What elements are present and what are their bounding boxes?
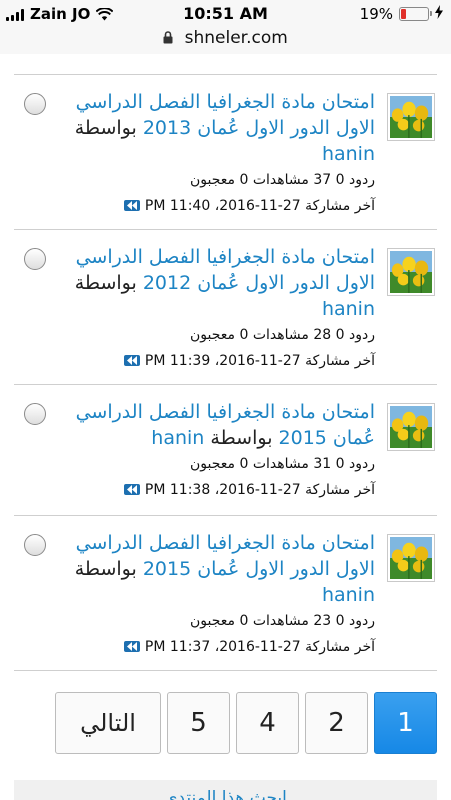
thread-by: بواسطة	[210, 427, 273, 449]
jump-to-last-post-icon[interactable]	[124, 484, 141, 495]
thread-body: امتحان مادة الجغرافيا الفصل الدراسي الاو…	[58, 244, 375, 370]
url-domain: shneler.com	[184, 28, 288, 48]
avatar-image	[390, 406, 432, 448]
avatar[interactable]	[387, 403, 435, 451]
thread-list: امتحان مادة الجغرافيا الفصل الدراسي الاو…	[14, 74, 437, 671]
thread-body: امتحان مادة الجغرافيا الفصل الدراسي عُما…	[58, 399, 375, 499]
charging-icon	[435, 5, 443, 23]
thread-stats: ردود 0 28 مشاهدات 0 معجبون	[189, 327, 375, 343]
jump-to-last-post-icon[interactable]	[124, 641, 141, 652]
thread-select-checkbox[interactable]	[24, 248, 46, 270]
battery-level	[401, 9, 406, 19]
thread-select-checkbox[interactable]	[24, 93, 46, 115]
last-post-text: آخر مشاركة 27-11-2016، 11:37 PM	[144, 639, 375, 655]
page-2-button[interactable]: 2	[305, 692, 368, 754]
last-post-text: آخر مشاركة 27-11-2016، 11:39 PM	[144, 353, 375, 369]
avatar[interactable]	[387, 93, 435, 141]
thread-select-checkbox[interactable]	[24, 403, 46, 425]
page-4-button[interactable]: 4	[236, 692, 299, 754]
thread-author-link[interactable]: hanin	[151, 427, 204, 449]
thread-title: امتحان مادة الجغرافيا الفصل الدراسي الاو…	[58, 530, 375, 608]
avatar-image	[390, 251, 432, 293]
thread-last-post: آخر مشاركة 27-11-2016، 11:37 PM	[58, 638, 375, 656]
thread-item: امتحان مادة الجغرافيا الفصل الدراسي الاو…	[14, 230, 437, 385]
status-right: 19%	[360, 5, 443, 23]
thread-last-post: آخر مشاركة 27-11-2016، 11:40 PM	[58, 197, 375, 215]
thread-select-checkbox[interactable]	[24, 534, 46, 556]
next-page-button[interactable]: التالي	[55, 692, 161, 754]
thread-stats: ردود 0 23 مشاهدات 0 معجبون	[189, 613, 375, 629]
thread-author-link[interactable]: hanin	[322, 584, 375, 606]
thread-body: امتحان مادة الجغرافيا الفصل الدراسي الاو…	[58, 530, 375, 656]
thread-by: بواسطة	[74, 558, 137, 580]
thread-author-link[interactable]: hanin	[322, 143, 375, 165]
address-bar[interactable]: shneler.com	[0, 28, 451, 54]
battery-icon	[399, 7, 432, 21]
thread-stats: ردود 0 31 مشاهدات 0 معجبون	[189, 456, 375, 472]
thread-by: بواسطة	[74, 272, 137, 294]
thread-title: امتحان مادة الجغرافيا الفصل الدراسي الاو…	[58, 244, 375, 322]
avatar[interactable]	[387, 248, 435, 296]
thread-body: امتحان مادة الجغرافيا الفصل الدراسي الاو…	[58, 89, 375, 215]
lock-icon	[163, 29, 173, 49]
thread-title: امتحان مادة الجغرافيا الفصل الدراسي عُما…	[58, 399, 375, 451]
jump-to-last-post-icon[interactable]	[124, 355, 141, 366]
status-bar: Zain JO 10:51 AM 19%	[0, 0, 451, 28]
thread-last-post: آخر مشاركة 27-11-2016، 11:38 PM	[58, 481, 375, 499]
thread-by: بواسطة	[74, 117, 137, 139]
battery-percent: 19%	[359, 5, 393, 23]
last-post-text: آخر مشاركة 27-11-2016، 11:40 PM	[144, 198, 375, 214]
thread-item: امتحان مادة الجغرافيا الفصل الدراسي الاو…	[14, 75, 437, 230]
search-forum-link[interactable]: ابحث هذا المنتدى	[14, 780, 437, 800]
avatar-image	[390, 537, 432, 579]
avatar-image	[390, 96, 432, 138]
thread-item: امتحان مادة الجغرافيا الفصل الدراسي الاو…	[14, 516, 437, 671]
last-post-text: آخر مشاركة 27-11-2016، 11:38 PM	[144, 482, 375, 498]
thread-last-post: آخر مشاركة 27-11-2016، 11:39 PM	[58, 352, 375, 370]
jump-to-last-post-icon[interactable]	[124, 200, 141, 211]
thread-title: امتحان مادة الجغرافيا الفصل الدراسي الاو…	[58, 89, 375, 167]
pagination: 1 2 4 5 التالي	[14, 692, 437, 754]
thread-stats: ردود 0 37 مشاهدات 0 معجبون	[189, 172, 375, 188]
thread-item: امتحان مادة الجغرافيا الفصل الدراسي عُما…	[14, 385, 437, 516]
thread-author-link[interactable]: hanin	[322, 298, 375, 320]
avatar[interactable]	[387, 534, 435, 582]
page-1-button[interactable]: 1	[374, 692, 437, 754]
page-5-button[interactable]: 5	[167, 692, 230, 754]
